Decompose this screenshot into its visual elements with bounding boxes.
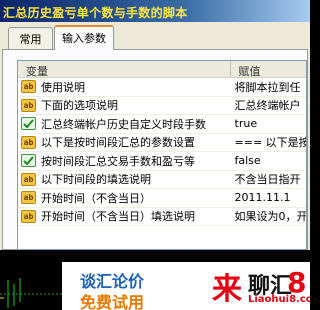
parameter-row[interactable]: 汇总终端帐户历史自定义时段手数 true [18,115,306,134]
string-type-icon: ab [21,209,36,223]
parameter-value-cell[interactable]: === 以下是按 [231,134,306,150]
parameter-label: 开始时间（不含当日） [41,191,151,205]
window-title: 汇总历史盈亏单个数与手数的脚本 [3,6,188,20]
parameter-value-cell[interactable]: 不含当日指开 [231,171,306,187]
chart-fragment [0,278,62,308]
parameter-name-cell: ab 开始时间（不含当日） [18,190,231,206]
parameter-value-cell[interactable]: false [231,154,306,167]
tab-common[interactable]: 常用 [8,27,53,49]
string-type-icon: ab [21,98,36,112]
parameter-row[interactable]: ab 下面的选项说明 汇总终端帐户 [18,97,306,115]
parameter-label: 使用说明 [41,80,85,94]
parameter-name-cell: ab 以下时间段的填选说明 [18,171,231,187]
parameter-row[interactable]: ab 以下时间段的填选说明 不含当日指开 [18,171,306,189]
parameter-name-cell: 按时间段汇总交易手数和盈亏等 [18,153,231,169]
banner-url: Liaohui8.com [248,294,310,305]
parameter-label: 以下时间段的填选说明 [41,173,151,187]
parameter-value-cell[interactable]: true [231,117,306,130]
parameter-value-cell[interactable]: 2011.11.1 [231,191,306,204]
window-title-bar: 汇总历史盈亏单个数与手数的脚本 [0,0,310,22]
parameter-name-cell: ab 下面的选项说明 [18,97,231,113]
parameter-value-cell[interactable]: 将脚本拉到任 [231,79,306,95]
parameter-name-cell: 汇总终端帐户历史自定义时段手数 [18,116,231,132]
boolean-type-icon [21,154,36,168]
advert-banner[interactable]: 谈汇论价 免费试用 来 聊汇 8 Liaohui8.com [62,262,310,310]
parameter-name-cell: ab 使用说明 [18,79,231,95]
parameter-row[interactable]: ab 使用说明 将脚本拉到任 [18,78,306,97]
string-type-icon: ab [21,80,36,94]
parameter-name-cell: ab 以下是按时间段汇总的参数设置 [18,134,231,150]
banner-free-trial: 免费试用 [80,293,145,310]
grid-header: 变量 赋值 [18,61,306,78]
string-type-icon: ab [21,135,36,149]
string-type-icon: ab [21,172,36,186]
parameter-label: 开始时间（不含当日）填选说明 [41,210,195,224]
properties-dialog: 常用 输入参数 变量 赋值 ab 使用说明 将脚本拉到任 ab 下面的选项说明 汇总终端帐… [0,22,310,250]
parameter-label: 以下是按时间段汇总的参数设置 [41,136,195,150]
parameter-row[interactable]: ab 以下是按时间段汇总的参数设置 === 以下是按 [18,134,306,152]
string-type-icon: ab [21,191,36,205]
parameter-value-cell[interactable]: 如果设为0，开 [231,208,306,224]
parameter-label: 按时间段汇总交易手数和盈亏等 [41,154,195,168]
tab-input-parameters[interactable]: 输入参数 [54,25,114,50]
parameter-row[interactable]: ab 开始时间（不含当日）填选说明 如果设为0，开 [18,208,306,226]
parameter-name-cell: ab 开始时间（不含当日）填选说明 [18,208,231,224]
boolean-type-icon [21,117,36,131]
parameter-row[interactable]: 按时间段汇总交易手数和盈亏等 false [18,152,306,171]
parameter-row[interactable]: ab 开始时间（不含当日） 2011.11.1 [18,189,306,208]
column-header-value[interactable]: 赋值 [231,61,307,78]
parameters-grid: 变量 赋值 ab 使用说明 将脚本拉到任 ab 下面的选项说明 汇总终端帐户汇总终端帐户历… [17,60,307,250]
banner-logo-char: 来 [212,272,242,307]
input-parameters-panel: 变量 赋值 ab 使用说明 将脚本拉到任 ab 下面的选项说明 汇总终端帐户汇总终端帐户历… [2,49,308,250]
column-header-variable[interactable]: 变量 [18,61,231,78]
parameter-label: 汇总终端帐户历史自定义时段手数 [41,117,206,131]
parameter-value-cell[interactable]: 汇总终端帐户 [231,97,306,113]
grid-rows: ab 使用说明 将脚本拉到任 ab 下面的选项说明 汇总终端帐户汇总终端帐户历史自定义时段… [18,78,306,226]
parameter-label: 下面的选项说明 [41,99,118,113]
